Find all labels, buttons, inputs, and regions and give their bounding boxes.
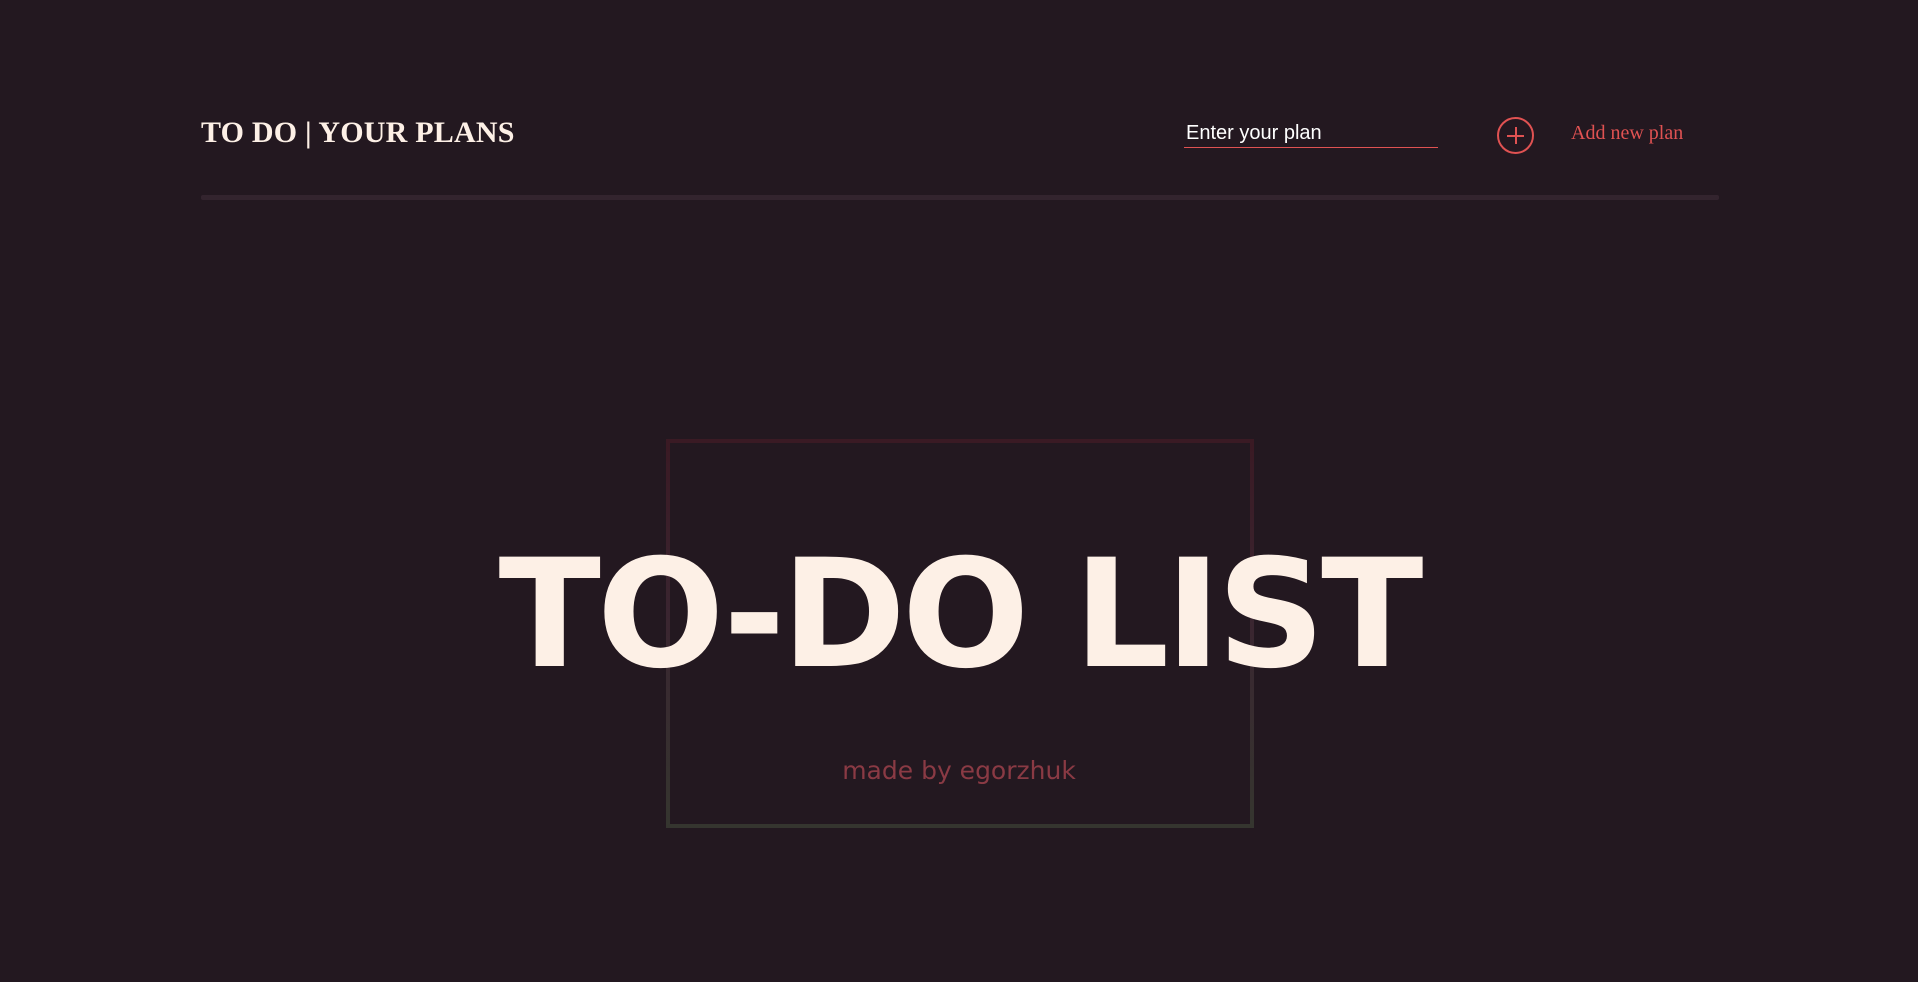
brand-title: TO DO | YOUR PLANS	[201, 116, 515, 149]
add-new-plan-button[interactable]: Add new plan	[1571, 122, 1683, 145]
header-divider	[201, 195, 1719, 200]
plan-input[interactable]	[1184, 120, 1438, 148]
hero-title: TO-DO LIST	[498, 528, 1424, 702]
app-header: TO DO | YOUR PLANS Add new plan	[201, 96, 1719, 176]
credit-text: made by egorzhuk	[842, 756, 1076, 785]
plus-circle-icon[interactable]	[1497, 117, 1534, 154]
